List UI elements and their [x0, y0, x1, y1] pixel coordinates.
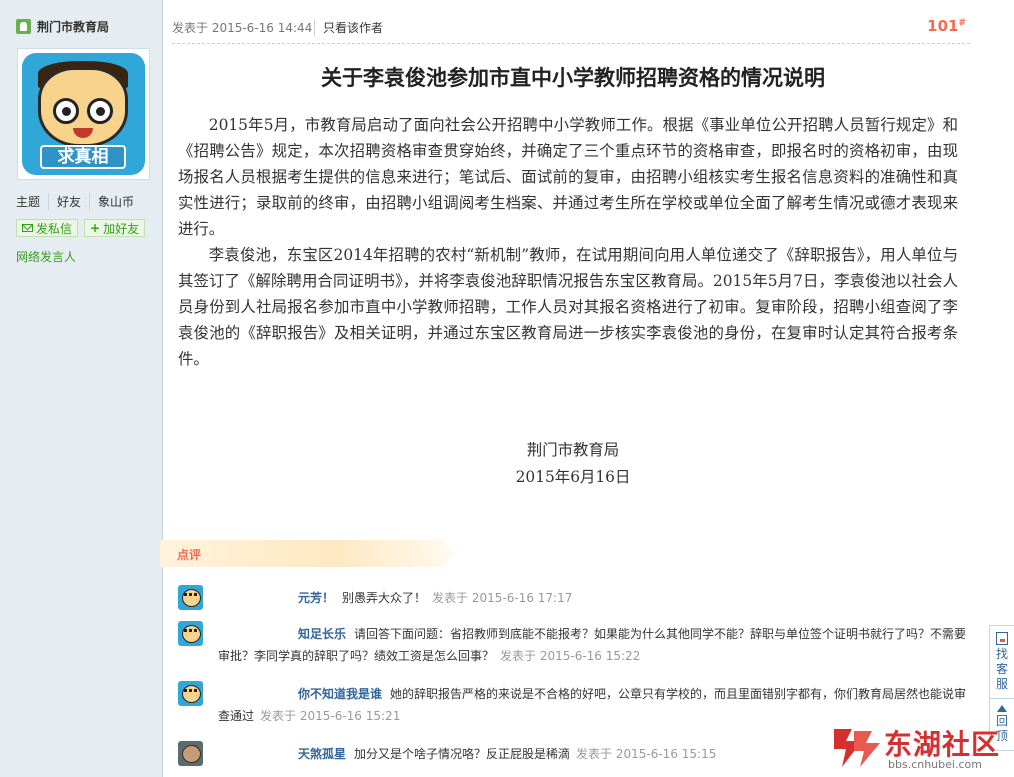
stat-friends[interactable]: 好友 — [48, 193, 89, 210]
floor-mark: # — [958, 18, 966, 28]
post-body: 2015年5月，市教育局启动了面向社会公开招聘中小学教师工作。根据《事业单位公开… — [178, 112, 958, 372]
add-friend-button[interactable]: + 加好友 — [84, 219, 146, 237]
spokesperson-badge[interactable]: 网络发言人 — [16, 248, 76, 265]
comment-author-link[interactable]: 知足长乐 — [298, 627, 346, 641]
comment-date: 发表于 2015-6-16 15:21 — [260, 709, 401, 723]
only-author-link[interactable]: 只看该作者 — [314, 19, 383, 36]
avatar-mouth — [73, 128, 93, 138]
comment-date: 发表于 2015-6-16 15:22 — [500, 649, 641, 663]
online-status-icon — [16, 19, 31, 34]
avatar-face — [38, 67, 128, 147]
avatar-eye-left — [53, 98, 79, 124]
signature-org: 荆门市教育局 — [526, 441, 620, 459]
comment-date: 发表于 2015-6-16 15:15 — [576, 747, 717, 761]
brand-logo-icon — [834, 729, 880, 767]
avatar-eye-right — [87, 98, 113, 124]
floor-number[interactable]: 101# — [927, 17, 966, 35]
post-paragraph-2: 李袁俊池，东宝区2014年招聘的农村“新机制”教师，在试用期间向用人单位递交了《… — [178, 246, 958, 368]
add-friend-label: 加好友 — [103, 221, 140, 236]
comments-section-label: 点评 — [160, 540, 454, 567]
comment-text: 你不知道我是谁 她的辞职报告严格的来说是不合格的好吧，公章只有学校的，而且里面错别… — [218, 683, 968, 727]
stat-coins[interactable]: 象山币 — [89, 193, 142, 210]
plus-icon: + — [90, 221, 101, 235]
find-service-button[interactable]: 找客服 — [990, 626, 1014, 698]
cartoon-avatar-icon[interactable] — [178, 585, 203, 610]
signature-date: 2015年6月16日 — [515, 468, 631, 486]
avatar-image: 求真相 — [22, 53, 145, 175]
author-actions: 发私信 + 加好友 — [16, 219, 146, 237]
mail-icon — [22, 224, 33, 232]
post-header: 发表于 2015-6-16 14:44 只看该作者 101# — [172, 14, 970, 44]
stat-topics[interactable]: 主题 — [16, 193, 48, 210]
post-signature: 荆门市教育局 2015年6月16日 — [164, 437, 982, 491]
author-name-link[interactable]: 荆门市教育局 — [37, 18, 109, 35]
comment-date: 发表于 2015-6-16 17:17 — [432, 591, 573, 605]
author-avatar[interactable]: 求真相 — [17, 48, 150, 180]
comment-text: 元芳！ 别愚弄大众了！ 发表于 2015-6-16 17:17 — [218, 587, 968, 609]
site-watermark: 东湖社区 bbs.cnhubei.com — [832, 723, 1010, 775]
post-date: 发表于 2015-6-16 14:44 — [172, 21, 313, 35]
send-message-label: 发私信 — [36, 221, 73, 236]
comment-author-link[interactable]: 元芳！ — [298, 591, 334, 605]
document-icon — [996, 632, 1008, 645]
comment-text: 知足长乐 请回答下面问题：省招教师到底能不能报考？如果能为什么其他同学不能？辞职与… — [218, 623, 968, 667]
photo-avatar-icon[interactable] — [178, 741, 203, 766]
watermark-url: bbs.cnhubei.com — [888, 758, 982, 771]
avatar-caption: 求真相 — [40, 145, 126, 169]
author-sidebar: 荆门市教育局 求真相 主题 好友 象山币 发私信 + 加好友 网络发言人 — [0, 0, 163, 777]
comment-body: 加分又是个啥子情况咯？反正屁股是稀滴 — [354, 747, 571, 761]
watermark-text: 东湖社区 — [884, 728, 1001, 761]
comment-author-link[interactable]: 天煞孤星 — [298, 747, 346, 761]
arrow-up-icon — [997, 705, 1007, 712]
post-paragraph-1: 2015年5月，市教育局启动了面向社会公开招聘中小学教师工作。根据《事业单位公开… — [178, 116, 958, 238]
author-row: 荆门市教育局 — [16, 18, 109, 35]
cartoon-avatar-icon[interactable] — [178, 681, 203, 706]
comment-author-link[interactable]: 你不知道我是谁 — [298, 687, 382, 701]
send-message-button[interactable]: 发私信 — [16, 219, 79, 237]
post-title: 关于李袁俊池参加市直中小学教师招聘资格的情况说明 — [321, 66, 825, 90]
author-stats: 主题 好友 象山币 — [16, 193, 142, 210]
find-service-label: 找客服 — [995, 647, 1008, 691]
comment-body: 别愚弄大众了！ — [342, 591, 427, 605]
floor-number-value: 101 — [927, 17, 959, 35]
cartoon-avatar-icon[interactable] — [178, 621, 203, 646]
